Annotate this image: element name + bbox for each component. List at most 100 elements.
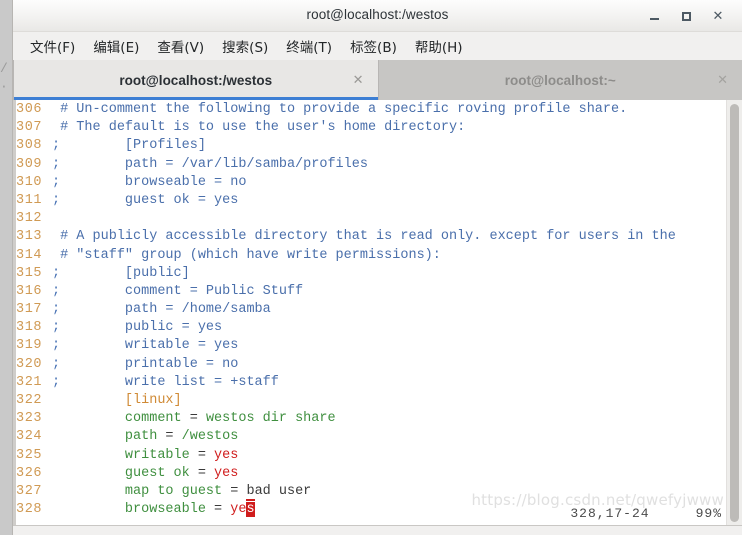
comment-marker-empty: [52, 484, 60, 499]
code-line-text: # "staff" group (which have write permis…: [60, 247, 441, 263]
line-number: 324: [16, 429, 43, 445]
code-line[interactable]: 325 writable = yes: [16, 447, 726, 465]
comment-marker: ;: [52, 174, 61, 190]
code-line[interactable]: 322 [linux]: [16, 392, 726, 410]
vertical-scrollbar[interactable]: [726, 100, 742, 525]
menu-terminal[interactable]: 终端(T): [277, 33, 341, 60]
code-line[interactable]: 317; path = /home/samba: [16, 301, 726, 319]
config-value: yes: [214, 447, 239, 463]
line-number: 312: [16, 211, 43, 227]
code-line[interactable]: 308; [Profiles]: [16, 137, 726, 155]
minimize-button[interactable]: [640, 0, 668, 32]
terminal-content-area[interactable]: 306 # Un-comment the following to provid…: [13, 100, 742, 525]
cursor-position: 328,17-24: [570, 506, 650, 521]
code-line[interactable]: 320; printable = no: [16, 356, 726, 374]
line-number: 316: [16, 283, 43, 299]
tab-close-icon[interactable]: ✕: [717, 73, 728, 88]
minimize-icon: [649, 17, 659, 20]
code-line[interactable]: 327 map to guest = bad user: [16, 483, 726, 501]
code-line[interactable]: 324 path = /westos: [16, 428, 726, 446]
code-line[interactable]: 306 # Un-comment the following to provid…: [16, 101, 726, 119]
menu-view[interactable]: 查看(V): [148, 33, 213, 60]
comment-marker-empty: [52, 248, 60, 263]
comment-marker: ;: [52, 374, 61, 390]
code-line[interactable]: 311; guest ok = yes: [16, 192, 726, 210]
terminal-tab-1[interactable]: root@localhost:/westos ✕: [13, 60, 379, 100]
section-header: [linux]: [60, 393, 182, 408]
tab-label: root@localhost:~: [504, 72, 616, 88]
line-number: 319: [16, 338, 43, 354]
config-value: ye: [230, 502, 247, 518]
line-number: 322: [16, 393, 43, 408]
equals-sign: =: [157, 429, 182, 445]
comment-marker: ;: [52, 156, 61, 172]
code-line-text: # A publicly accessible directory that i…: [60, 229, 676, 245]
window-titlebar[interactable]: root@localhost:/westos ✕: [13, 0, 742, 32]
code-line[interactable]: 313 # A publicly accessible directory th…: [16, 228, 726, 246]
config-key: path: [60, 429, 158, 445]
window-title: root@localhost:/westos: [306, 7, 449, 22]
scrollbar-thumb[interactable]: [730, 104, 739, 522]
config-value: ad user: [254, 483, 312, 499]
menu-help[interactable]: 帮助(H): [406, 33, 472, 60]
code-line-text: public = yes: [60, 320, 223, 336]
line-number: 307: [16, 120, 43, 136]
comment-marker-empty: [52, 502, 60, 517]
code-line-text: comment = Public Stuff: [60, 283, 304, 299]
line-number: 313: [16, 229, 43, 245]
config-key: browseable: [60, 502, 206, 518]
tab-close-icon[interactable]: ✕: [353, 73, 364, 88]
code-line[interactable]: 326 guest ok = yes: [16, 465, 726, 483]
code-line-text: write list = +staff: [60, 374, 279, 390]
code-line[interactable]: 314 # "staff" group (which have write pe…: [16, 247, 726, 265]
menu-file[interactable]: 文件(F): [21, 33, 84, 60]
maximize-button[interactable]: [672, 0, 700, 32]
comment-marker-empty: [52, 229, 60, 244]
code-line[interactable]: 309; path = /var/lib/samba/profiles: [16, 156, 726, 174]
code-line[interactable]: 316; comment = Public Stuff: [16, 283, 726, 301]
line-number: 317: [16, 302, 43, 318]
comment-marker-empty: [52, 466, 60, 481]
code-line[interactable]: 307 # The default is to use the user's h…: [16, 119, 726, 137]
menu-edit[interactable]: 编辑(E): [84, 33, 148, 60]
code-line[interactable]: 315; [public]: [16, 265, 726, 283]
line-number: 315: [16, 265, 43, 281]
line-number: 318: [16, 320, 43, 336]
comment-marker-empty: [52, 393, 60, 408]
code-line[interactable]: 321; write list = +staff: [16, 374, 726, 392]
close-icon: ✕: [712, 8, 724, 24]
code-line[interactable]: 318; public = yes: [16, 319, 726, 337]
code-line[interactable]: 323 comment = westos dir share: [16, 410, 726, 428]
code-line[interactable]: 312: [16, 210, 726, 228]
code-line[interactable]: 319; writable = yes: [16, 337, 726, 355]
equals-sign: =: [189, 447, 215, 463]
comment-marker: ;: [52, 265, 61, 281]
config-value: yes: [214, 465, 239, 481]
comment-marker-empty: [52, 120, 60, 135]
tab-strip: root@localhost:/westos ✕ root@localhost:~ ✕: [13, 60, 742, 100]
code-line-text: # The default is to use the user's home …: [60, 120, 466, 136]
line-number: 327: [16, 483, 43, 499]
comment-marker-empty: [52, 211, 60, 226]
code-line-text: browseable = no: [60, 174, 247, 190]
maximize-icon: [681, 11, 691, 21]
comment-marker: ;: [52, 283, 61, 299]
config-key: guest ok: [60, 465, 190, 481]
code-line[interactable]: 310; browseable = no: [16, 174, 726, 192]
line-number: 314: [16, 247, 43, 263]
config-value-spellcheck: b: [246, 483, 255, 501]
menu-tabs[interactable]: 标签(B): [341, 33, 406, 60]
close-button[interactable]: ✕: [704, 0, 732, 32]
line-number: 326: [16, 465, 43, 481]
line-number: 309: [16, 156, 43, 172]
comment-marker: ;: [52, 302, 61, 318]
comment-marker: ;: [52, 338, 61, 354]
editor-text-area[interactable]: 306 # Un-comment the following to provid…: [16, 100, 726, 525]
terminal-tab-2[interactable]: root@localhost:~ ✕: [379, 60, 742, 100]
code-line-text: # Un-comment the following to provide a …: [60, 102, 628, 117]
scroll-percent: 99%: [695, 506, 722, 521]
menu-search[interactable]: 搜索(S): [213, 33, 277, 60]
line-number: 310: [16, 174, 43, 190]
line-number: 320: [16, 356, 43, 372]
comment-marker: ;: [52, 192, 61, 208]
